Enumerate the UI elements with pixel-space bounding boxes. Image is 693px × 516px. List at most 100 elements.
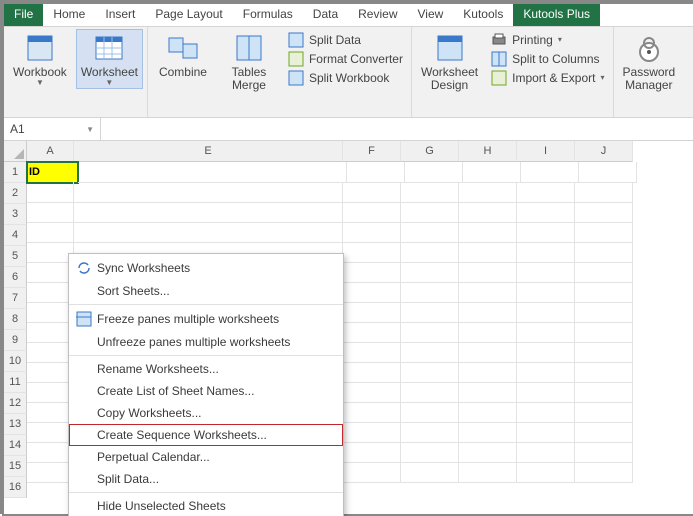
cell[interactable] <box>27 462 74 483</box>
cell[interactable] <box>575 262 633 283</box>
cell[interactable] <box>401 342 459 363</box>
menu-split-data[interactable]: Split Data... <box>69 468 343 490</box>
combine-button[interactable]: Combine <box>152 29 214 82</box>
cell[interactable] <box>401 462 459 483</box>
row-header[interactable]: 7 <box>4 288 27 309</box>
menu-sync-worksheets[interactable]: Sync Worksheets <box>69 256 343 280</box>
cell[interactable] <box>517 222 575 243</box>
cell[interactable] <box>517 402 575 423</box>
cell[interactable] <box>27 262 74 283</box>
cell[interactable] <box>517 382 575 403</box>
worksheet-grid[interactable]: 12345678910111213141516 AEFGHIJ ID Sync … <box>4 141 693 516</box>
cell[interactable] <box>459 182 517 203</box>
column-header[interactable]: J <box>575 141 633 162</box>
column-header[interactable]: F <box>343 141 401 162</box>
cell[interactable] <box>459 222 517 243</box>
cell[interactable] <box>27 202 74 223</box>
tab-view[interactable]: View <box>408 4 454 26</box>
tab-kutools[interactable]: Kutools <box>453 4 513 26</box>
cell[interactable] <box>27 342 74 363</box>
cell[interactable] <box>517 342 575 363</box>
cell[interactable] <box>27 442 74 463</box>
cell[interactable] <box>575 222 633 243</box>
cell[interactable] <box>459 402 517 423</box>
cell[interactable] <box>343 322 401 343</box>
cell[interactable] <box>459 302 517 323</box>
row-header[interactable]: 11 <box>4 372 27 393</box>
cell[interactable] <box>459 382 517 403</box>
row-header[interactable]: 10 <box>4 351 27 372</box>
cell[interactable] <box>575 182 633 203</box>
split-columns-button[interactable]: Split to Columns <box>487 50 608 68</box>
menu-freeze-panes[interactable]: Freeze panes multiple worksheets <box>69 304 343 331</box>
cell[interactable] <box>74 202 343 223</box>
menu-hide-unselected[interactable]: Hide Unselected Sheets <box>69 492 343 516</box>
split-workbook-button[interactable]: Split Workbook <box>284 69 407 87</box>
cell[interactable] <box>517 442 575 463</box>
cell[interactable] <box>343 242 401 263</box>
cell[interactable] <box>575 342 633 363</box>
row-header[interactable]: 12 <box>4 393 27 414</box>
row-header[interactable]: 15 <box>4 456 27 477</box>
column-header[interactable]: A <box>27 141 74 162</box>
cell[interactable] <box>343 262 401 283</box>
cell[interactable] <box>575 242 633 263</box>
cell[interactable] <box>27 302 74 323</box>
cell[interactable] <box>579 162 637 183</box>
cell[interactable] <box>74 182 343 203</box>
tab-kutools-plus[interactable]: Kutools Plus <box>513 4 600 26</box>
row-header[interactable]: 2 <box>4 183 27 204</box>
cell[interactable] <box>401 202 459 223</box>
menu-create-sequence-worksheets[interactable]: Create Sequence Worksheets... <box>69 424 343 446</box>
cell[interactable] <box>343 422 401 443</box>
cell[interactable] <box>401 322 459 343</box>
cell[interactable] <box>343 382 401 403</box>
row-header[interactable]: 3 <box>4 204 27 225</box>
cell[interactable] <box>27 402 74 423</box>
cell[interactable] <box>343 462 401 483</box>
cell[interactable] <box>343 302 401 323</box>
cell[interactable] <box>343 222 401 243</box>
tab-home[interactable]: Home <box>43 4 95 26</box>
cell[interactable] <box>517 262 575 283</box>
cell[interactable] <box>343 442 401 463</box>
cell[interactable] <box>459 342 517 363</box>
cell[interactable] <box>343 202 401 223</box>
cell[interactable] <box>401 302 459 323</box>
cell[interactable] <box>401 182 459 203</box>
cell[interactable] <box>401 242 459 263</box>
name-box[interactable]: A1▼ <box>4 118 101 140</box>
menu-perpetual-calendar[interactable]: Perpetual Calendar... <box>69 446 343 468</box>
tables-merge-button[interactable]: Tables Merge <box>218 29 280 95</box>
cell[interactable] <box>343 282 401 303</box>
cell[interactable] <box>575 322 633 343</box>
tab-file[interactable]: File <box>4 4 43 26</box>
row-header[interactable]: 9 <box>4 330 27 351</box>
column-header[interactable]: H <box>459 141 517 162</box>
worksheet-design-button[interactable]: Worksheet Design <box>416 29 483 95</box>
cell[interactable] <box>27 382 74 403</box>
row-header[interactable]: 1 <box>4 162 27 183</box>
menu-create-list[interactable]: Create List of Sheet Names... <box>69 380 343 402</box>
encrypt-cells-button[interactable]: *** Encrypt Cells <box>684 29 693 95</box>
select-all-corner[interactable] <box>4 141 27 162</box>
cell[interactable] <box>575 362 633 383</box>
cell[interactable] <box>401 402 459 423</box>
cell[interactable] <box>517 202 575 223</box>
tab-review[interactable]: Review <box>348 4 407 26</box>
cell[interactable] <box>459 242 517 263</box>
cell[interactable] <box>517 182 575 203</box>
cell[interactable] <box>459 442 517 463</box>
cell[interactable] <box>401 362 459 383</box>
row-header[interactable]: 14 <box>4 435 27 456</box>
cell[interactable] <box>27 362 74 383</box>
row-header[interactable]: 5 <box>4 246 27 267</box>
cell[interactable] <box>401 222 459 243</box>
cell[interactable] <box>459 282 517 303</box>
cell[interactable] <box>459 262 517 283</box>
column-header[interactable]: I <box>517 141 575 162</box>
cell[interactable] <box>517 422 575 443</box>
cell[interactable] <box>343 182 401 203</box>
import-export-button[interactable]: Import & Export ▾ <box>487 69 608 87</box>
cell[interactable] <box>459 362 517 383</box>
